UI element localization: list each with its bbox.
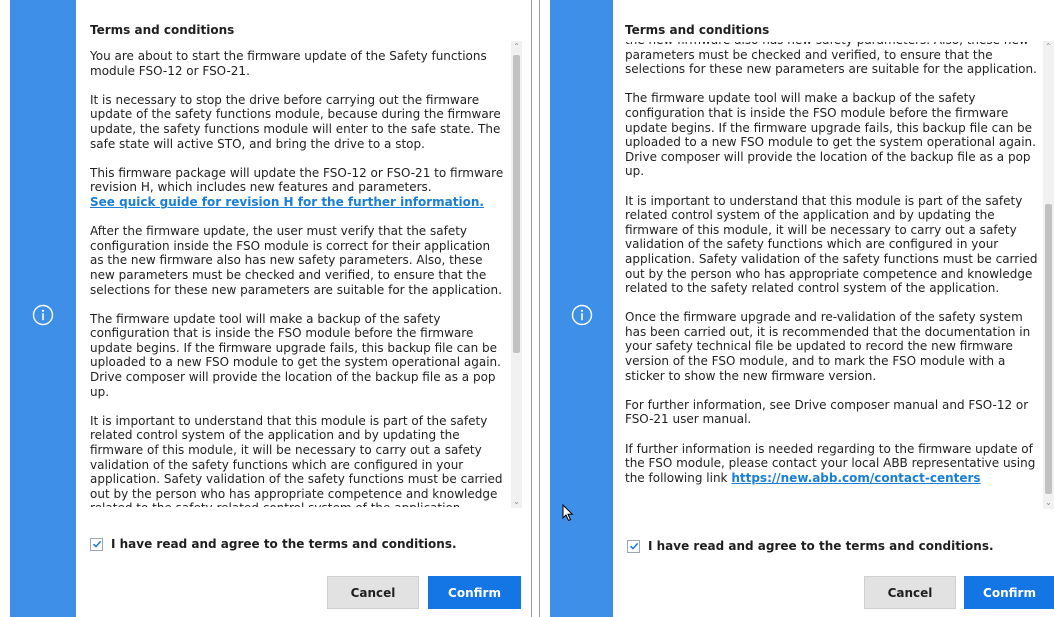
terms-paragraph: It is important to understand that this … — [625, 193, 1038, 296]
info-icon — [571, 304, 593, 326]
terms-paragraph: For further information, see Drive compo… — [625, 397, 1029, 427]
checkmark-icon — [92, 540, 101, 548]
vertical-scrollbar[interactable]: ⌃ ⌄ — [1043, 41, 1054, 509]
contact-centers-link[interactable]: https://new.abb.com/contact-centers — [731, 471, 980, 485]
info-icon — [32, 304, 54, 326]
terms-paragraph: After the firmware update, the user must… — [90, 224, 502, 297]
agree-checkbox[interactable] — [627, 539, 640, 553]
terms-paragraph: It is important to understand that this … — [90, 413, 503, 507]
terms-dialog-left: Terms and conditions You are about to st… — [0, 0, 532, 617]
terms-paragraph-text: This firmware package will update the FS… — [90, 165, 504, 195]
terms-paragraph: Once the firmware upgrade and re-validat… — [625, 310, 1031, 383]
vertical-scrollbar[interactable]: ⌃ ⌄ — [511, 41, 522, 508]
dialog-title: Terms and conditions — [625, 23, 770, 37]
agree-checkbox[interactable] — [90, 537, 103, 551]
confirm-button[interactable]: Confirm — [964, 576, 1054, 609]
checkmark-icon — [629, 542, 638, 550]
confirm-button[interactable]: Confirm — [428, 576, 521, 609]
terms-paragraph: You are about to start the firmware upda… — [90, 49, 487, 78]
scroll-down-arrow-icon[interactable]: ⌄ — [511, 496, 522, 508]
terms-paragraph: It is necessary to stop the drive before… — [90, 92, 501, 151]
terms-dialog-right: Terms and conditions the new firmware al… — [539, 0, 1054, 617]
agree-label: I have read and agree to the terms and c… — [111, 537, 457, 551]
scrollbar-thumb[interactable] — [1045, 204, 1052, 494]
dialog-side-rail — [550, 0, 613, 617]
terms-paragraph: The firmware update tool will make a bac… — [625, 91, 1036, 179]
agree-terms-checkbox-row[interactable]: I have read and agree to the terms and c… — [90, 537, 457, 551]
agree-label: I have read and agree to the terms and c… — [648, 539, 994, 553]
scrollbar-thumb[interactable] — [513, 55, 520, 353]
terms-paragraph: If further information is needed regardi… — [625, 442, 1045, 486]
quick-guide-link[interactable]: See quick guide for revision H for the f… — [90, 195, 484, 209]
terms-text-area[interactable]: the new firmware also has new safety par… — [625, 42, 1045, 509]
terms-paragraph: The firmware update tool will make a bac… — [90, 311, 501, 399]
agree-terms-checkbox-row[interactable]: I have read and agree to the terms and c… — [627, 539, 994, 553]
mouse-pointer-icon — [562, 504, 574, 522]
dialog-title: Terms and conditions — [90, 23, 235, 37]
cancel-button[interactable]: Cancel — [864, 576, 956, 609]
scroll-up-arrow-icon[interactable]: ⌃ — [511, 41, 522, 53]
terms-paragraph: the new firmware also has new safety par… — [625, 42, 1037, 77]
scroll-down-arrow-icon[interactable]: ⌄ — [1043, 497, 1054, 509]
cancel-button[interactable]: Cancel — [327, 576, 419, 609]
terms-paragraph: This firmware package will update the FS… — [90, 166, 507, 210]
scroll-up-arrow-icon[interactable]: ⌃ — [1043, 41, 1054, 53]
dialog-side-rail — [10, 0, 76, 617]
terms-text-area[interactable]: You are about to start the firmware upda… — [90, 49, 507, 507]
